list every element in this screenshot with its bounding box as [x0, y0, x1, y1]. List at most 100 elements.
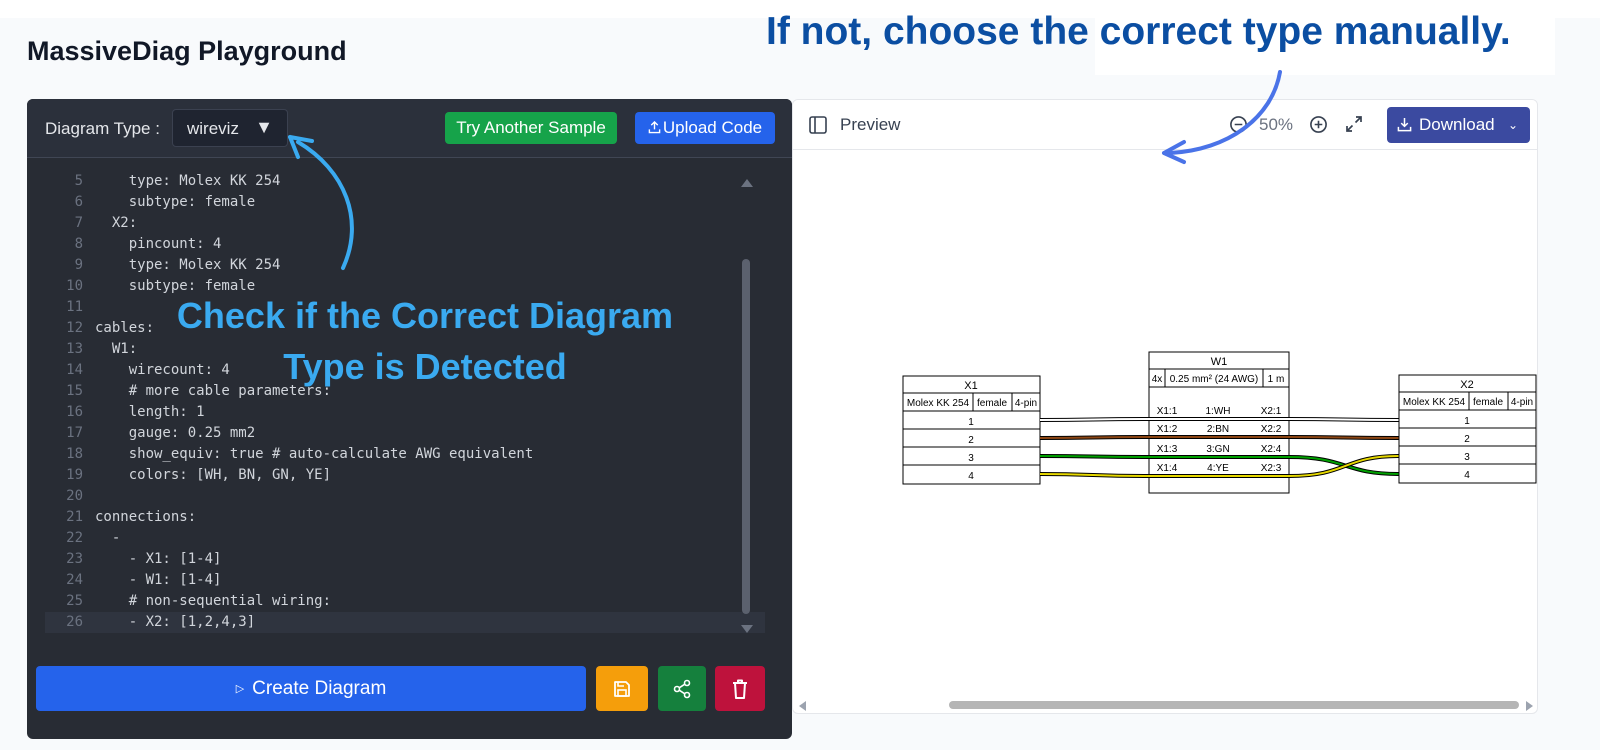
code-line[interactable]: 16 length: 1 [45, 402, 765, 423]
chevron-down-icon: ⌄ [1507, 118, 1518, 132]
x2-pins: 4-pin [1511, 397, 1533, 408]
x1-pin-3: 3 [968, 453, 974, 464]
line-number: 8 [74, 236, 83, 252]
zoom-in-icon[interactable] [1309, 115, 1328, 134]
w1-from-2: X1:2 [1157, 424, 1178, 435]
diagram-type-label: Diagram Type : [45, 119, 160, 138]
line-number: 24 [66, 572, 83, 588]
line-number: 11 [66, 299, 83, 315]
w1-from-4: X1:4 [1157, 463, 1178, 474]
w1-color-2: 2:BN [1207, 424, 1229, 435]
w1-to-3: X2:4 [1261, 444, 1282, 455]
code-line[interactable]: 9 type: Molex KK 254 [45, 255, 765, 276]
code-editor-panel: Diagram Type : wireviz ▼ Try Another Sam… [27, 99, 792, 739]
code-text: X2: [95, 215, 138, 231]
w1-color-4: 4:YE [1207, 463, 1229, 474]
code-line[interactable]: 7 X2: [45, 213, 765, 234]
code-text: - X2: [1,2,4,3] [95, 614, 256, 630]
x2-type: Molex KK 254 [1403, 397, 1466, 408]
x1-type: Molex KK 254 [907, 398, 970, 409]
line-number: 23 [66, 551, 83, 567]
create-diagram-label: Create Diagram [252, 678, 387, 699]
connector-x1: X1 Molex KK 254 female 4-pin 1 2 3 4 [902, 375, 1041, 485]
code-line[interactable]: 18 show_equiv: true # auto-calculate AWG… [45, 444, 765, 465]
diagram-canvas[interactable]: X1 Molex KK 254 female 4-pin 1 2 3 4 W1 … [793, 151, 1537, 696]
editor-scrollbar-thumb[interactable] [742, 259, 750, 614]
line-number: 22 [66, 530, 83, 546]
line-number: 10 [66, 278, 83, 294]
create-diagram-button[interactable]: ▷ Create Diagram [36, 666, 586, 711]
save-button[interactable] [596, 666, 648, 711]
code-line[interactable]: 20 [45, 486, 765, 507]
wires-left [1039, 417, 1150, 478]
code-line[interactable]: 17 gauge: 0.25 mm2 [45, 423, 765, 444]
wires-right [1288, 417, 1400, 478]
code-line[interactable]: 26 - X2: [1,2,4,3] [45, 612, 765, 633]
x1-name: X1 [964, 380, 977, 392]
code-text: - W1: [1-4] [95, 572, 222, 588]
code-line[interactable]: 21 connections: [45, 507, 765, 528]
preview-scrollbar-thumb[interactable] [949, 701, 1519, 709]
line-number: 6 [74, 194, 83, 210]
upload-code-button[interactable]: Upload Code [635, 112, 775, 144]
code-text: show_equiv: true # auto-calculate AWG eq… [95, 446, 534, 462]
line-number: 7 [74, 215, 83, 231]
preview-horizontal-scrollbar[interactable] [793, 696, 1537, 713]
x2-subtype: female [1473, 397, 1503, 408]
w1-length: 1 m [1268, 374, 1285, 385]
code-text: - X1: [1-4] [95, 551, 222, 567]
share-button[interactable] [658, 666, 706, 711]
w1-color-1: 1:WH [1206, 406, 1231, 417]
line-number: 5 [74, 173, 83, 189]
x1-pin-2: 2 [968, 435, 974, 446]
line-number: 9 [74, 257, 83, 273]
expand-icon[interactable] [1345, 115, 1363, 133]
sidebar-toggle-icon[interactable] [809, 116, 827, 134]
code-text: subtype: female [95, 194, 256, 210]
x1-subtype: female [977, 398, 1007, 409]
line-number: 17 [66, 425, 83, 441]
code-line[interactable]: 24 - W1: [1-4] [45, 570, 765, 591]
code-line[interactable]: 8 pincount: 4 [45, 234, 765, 255]
code-line[interactable]: 5 type: Molex KK 254 [45, 171, 765, 192]
code-text: connections: [95, 509, 197, 525]
wiring-diagram: X1 Molex KK 254 female 4-pin 1 2 3 4 W1 … [902, 351, 1537, 494]
code-text: pincount: 4 [95, 236, 222, 252]
code-text: type: Molex KK 254 [95, 173, 281, 189]
preview-header: Preview 50% Download ⌄ [793, 100, 1537, 150]
w1-name: W1 [1211, 356, 1228, 368]
upload-code-label: Upload Code [662, 118, 763, 137]
delete-button[interactable] [715, 666, 765, 711]
app-page: MassiveDiag Playground Diagram Type : wi… [0, 0, 1600, 750]
w1-gauge: 0.25 mm² (24 AWG) [1170, 374, 1259, 385]
scroll-down-arrow-icon[interactable] [741, 625, 753, 633]
x2-pin-2: 2 [1464, 434, 1470, 445]
code-line[interactable]: 25 # non-sequential wiring: [45, 591, 765, 612]
caret-down-icon: ▼ [255, 117, 273, 137]
code-line[interactable]: 19 colors: [WH, BN, GN, YE] [45, 465, 765, 486]
scroll-up-arrow-icon[interactable] [741, 179, 753, 187]
code-line[interactable]: 6 subtype: female [45, 192, 765, 213]
line-number: 26 [66, 614, 83, 630]
x1-pin-1: 1 [968, 417, 974, 428]
w1-from-3: X1:3 [1157, 444, 1178, 455]
upload-icon [648, 120, 661, 134]
x2-pin-1: 1 [1464, 416, 1470, 427]
play-icon: ▷ [235, 683, 245, 695]
line-number: 21 [66, 509, 83, 525]
code-text-area[interactable]: 5 type: Molex KK 254 6 subtype: female 7 X… [45, 171, 765, 739]
annotation-check-type-line-1: Check if the Correct Diagram [176, 295, 674, 336]
zoom-out-icon[interactable] [1229, 115, 1248, 134]
line-number: 13 [66, 341, 83, 357]
line-number: 25 [66, 593, 83, 609]
download-button[interactable]: Download ⌄ [1387, 107, 1530, 143]
scroll-left-arrow-icon[interactable] [799, 701, 806, 711]
x2-name: X2 [1460, 379, 1473, 391]
code-line[interactable]: 22 - [45, 528, 765, 549]
code-line[interactable]: 23 - X1: [1-4] [45, 549, 765, 570]
save-icon [614, 680, 630, 697]
diagram-type-value: wireviz [187, 119, 239, 138]
scroll-right-arrow-icon[interactable] [1526, 701, 1533, 711]
try-another-sample-button[interactable]: Try Another Sample [445, 112, 617, 144]
diagram-type-select[interactable]: wireviz ▼ [172, 109, 288, 147]
